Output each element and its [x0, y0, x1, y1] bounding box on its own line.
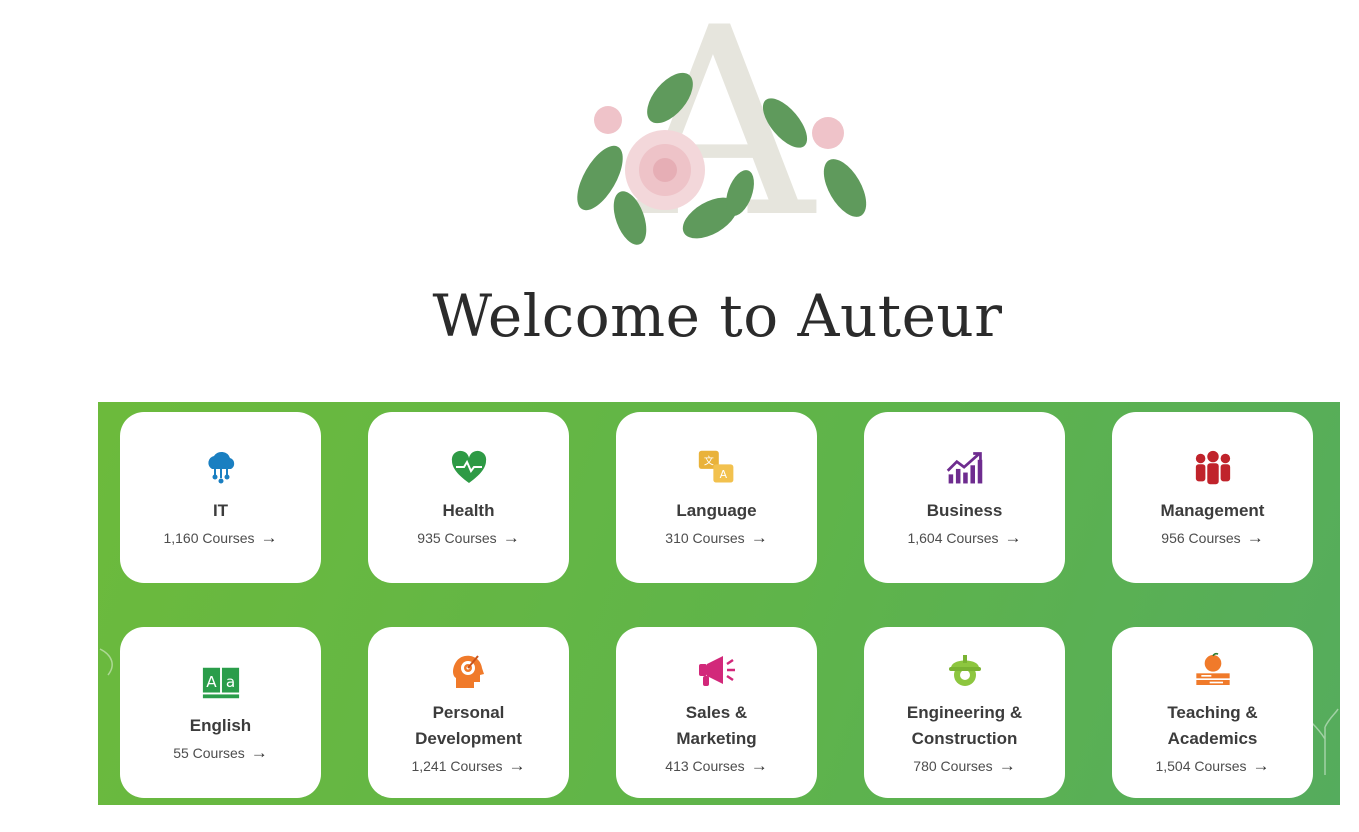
course-count-link[interactable]: 1,160 Courses → [163, 528, 277, 548]
arrow-right-icon: → [1246, 527, 1264, 547]
category-card[interactable]: Personal Development 1,241 Courses → [368, 627, 569, 798]
translate-icon: 文A [697, 448, 737, 488]
floral-a-icon: A [577, 0, 867, 275]
arrow-right-icon: → [508, 755, 526, 775]
course-count-link[interactable]: 935 Courses → [417, 528, 519, 548]
category-card[interactable]: Teaching & Academics 1,504 Courses → [1112, 627, 1313, 798]
course-count-link[interactable]: 780 Courses → [913, 756, 1015, 776]
course-count-link[interactable]: 956 Courses → [1161, 528, 1263, 548]
category-name: Language [676, 500, 757, 520]
course-count: 1,241 Courses [411, 757, 503, 774]
course-count-link[interactable]: 413 Courses → [665, 756, 767, 776]
svg-text:A: A [719, 468, 727, 481]
arrow-right-icon: → [260, 527, 278, 547]
arrow-right-icon: → [1252, 755, 1270, 775]
category-card[interactable]: Management 956 Courses → [1112, 412, 1313, 583]
category-card[interactable]: Health 935 Courses → [368, 412, 569, 583]
category-name: Health [442, 500, 495, 520]
target-head-icon [449, 650, 489, 690]
category-name: Business [926, 500, 1003, 520]
course-count-link[interactable]: 55 Courses → [173, 743, 268, 763]
arrow-right-icon: → [998, 755, 1016, 775]
leaf-decoration [99, 648, 113, 676]
course-count: 1,160 Courses [163, 529, 255, 546]
svg-text:文: 文 [703, 454, 713, 467]
plant-decoration [1311, 708, 1339, 775]
cloud-network-icon [201, 448, 241, 488]
course-count-link[interactable]: 310 Courses → [665, 528, 767, 548]
svg-text:a: a [225, 672, 234, 690]
growth-chart-icon [945, 448, 985, 488]
course-count: 1,504 Courses [1155, 757, 1247, 774]
category-name: Personal Development [415, 702, 522, 748]
category-card[interactable]: 文 A Language 310 Courses → [616, 412, 817, 583]
megaphone-icon [697, 650, 737, 690]
course-count: 55 Courses [173, 744, 245, 761]
course-count: 956 Courses [1161, 529, 1241, 546]
category-card[interactable]: Sales & Marketing 413 Courses → [616, 627, 817, 798]
course-count: 935 Courses [417, 529, 497, 546]
course-count: 780 Courses [913, 757, 993, 774]
course-count: 413 Courses [665, 757, 745, 774]
hardhat-gear-icon [945, 650, 985, 690]
svg-text:A: A [206, 672, 217, 690]
arrow-right-icon: → [250, 742, 268, 762]
arrow-right-icon: → [750, 527, 768, 547]
arrow-right-icon: → [502, 527, 520, 547]
category-name: Management [1160, 500, 1265, 520]
course-count: 1,604 Courses [907, 529, 999, 546]
category-name: IT [212, 500, 229, 520]
page-title: Welcome to Auteur [432, 282, 1003, 350]
course-count-link[interactable]: 1,241 Courses → [411, 756, 525, 776]
category-name: Teaching & Academics [1167, 702, 1258, 748]
category-card[interactable]: Aa English 55 Courses → [120, 627, 321, 798]
arrow-right-icon: → [750, 755, 768, 775]
course-count-link[interactable]: 1,604 Courses → [907, 528, 1021, 548]
category-card[interactable]: Business 1,604 Courses → [864, 412, 1065, 583]
course-count: 310 Courses [665, 529, 745, 546]
category-card[interactable]: Engineering & Construction 780 Courses → [864, 627, 1065, 798]
heartbeat-icon [449, 448, 489, 488]
apple-books-icon [1193, 650, 1233, 690]
team-icon [1193, 448, 1233, 488]
category-name: Engineering & Construction [906, 702, 1023, 748]
auteur-logo: A [560, 0, 880, 275]
book-aa-icon: Aa [201, 663, 241, 703]
category-name: Sales & Marketing [676, 702, 757, 748]
category-card[interactable]: IT 1,160 Courses → [120, 412, 321, 583]
category-name: English [189, 715, 252, 735]
arrow-right-icon: → [1004, 527, 1022, 547]
course-count-link[interactable]: 1,504 Courses → [1155, 756, 1269, 776]
